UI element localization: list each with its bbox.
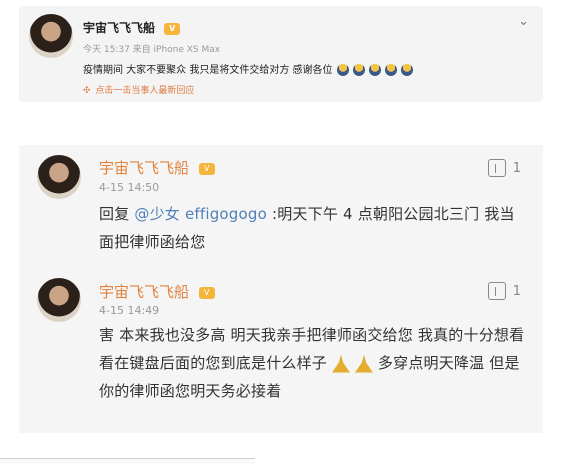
click-icon: ✣ xyxy=(83,86,91,96)
comment-text: 回复 @少女 effigogogo :明天下午 4 点朝阳公园北三门 我当面把律… xyxy=(99,200,529,256)
comment-date: 4-15 14:49 xyxy=(99,304,160,317)
bottom-divider xyxy=(0,458,255,464)
post-text-content: 疫情期间 大家不要聚众 我只是将文件交给对方 感谢各位 xyxy=(83,65,333,76)
post-meta: 今天 15:37 来自 iPhone XS Max xyxy=(83,45,221,55)
like-button[interactable]: 1 xyxy=(487,282,521,300)
thumbs-up-icon xyxy=(487,159,506,177)
comment-author[interactable]: 宇宙飞飞飞船 V xyxy=(99,157,215,178)
vip-badge-icon: V xyxy=(164,22,181,35)
pray-emoji-icon xyxy=(401,64,414,76)
pray-emoji-icon xyxy=(369,64,382,76)
post-author-name[interactable]: 宇宙飞飞飞船 xyxy=(83,21,155,35)
pray-emoji-icon xyxy=(352,64,365,76)
comment-thread: 宇宙飞飞飞船 V 4-15 14:50 1 回复 @少女 effigogogo … xyxy=(19,145,543,433)
latest-response-link[interactable]: ✣ 点击一击当事人最新回应 xyxy=(83,83,194,96)
original-post-card: 宇宙飞飞飞船 V 今天 15:37 来自 iPhone XS Max 疫情期间 … xyxy=(19,6,543,102)
comment-author[interactable]: 宇宙飞飞飞船 V xyxy=(99,281,215,302)
pray-emoji-icon xyxy=(385,64,398,76)
like-count: 1 xyxy=(512,160,521,176)
post-author[interactable]: 宇宙飞飞飞船 V xyxy=(83,19,181,36)
avatar[interactable] xyxy=(37,155,81,199)
vip-badge-icon: V xyxy=(198,162,215,175)
avatar[interactable] xyxy=(29,14,73,58)
avatar[interactable] xyxy=(37,278,81,322)
pray-emoji-icon xyxy=(336,64,349,76)
like-count: 1 xyxy=(512,283,521,299)
comment-date: 4-15 14:50 xyxy=(99,181,160,194)
comment-author-name[interactable]: 宇宙飞飞飞船 xyxy=(99,159,189,177)
thumbs-up-icon xyxy=(487,282,506,300)
like-button[interactable]: 1 xyxy=(487,159,521,177)
comment-author-name[interactable]: 宇宙飞飞飞船 xyxy=(99,283,189,301)
post-text: 疫情期间 大家不要聚众 我只是将文件交给对方 感谢各位 xyxy=(83,61,414,76)
mention-link[interactable]: @少女 effigogogo xyxy=(134,205,267,223)
pray-emoji-icon xyxy=(331,354,350,373)
chevron-down-icon[interactable]: ⌄ xyxy=(518,14,529,29)
comment-text: 害 本来我也没多高 明天我亲手把律师函交给您 我真的十分想看看在键盘后面的您到底… xyxy=(99,321,529,405)
reply-prefix: 回复 xyxy=(99,205,130,223)
vip-badge-icon: V xyxy=(198,286,215,299)
latest-response-text[interactable]: 点击一击当事人最新回应 xyxy=(95,86,194,96)
pray-emoji-icon xyxy=(354,354,373,373)
